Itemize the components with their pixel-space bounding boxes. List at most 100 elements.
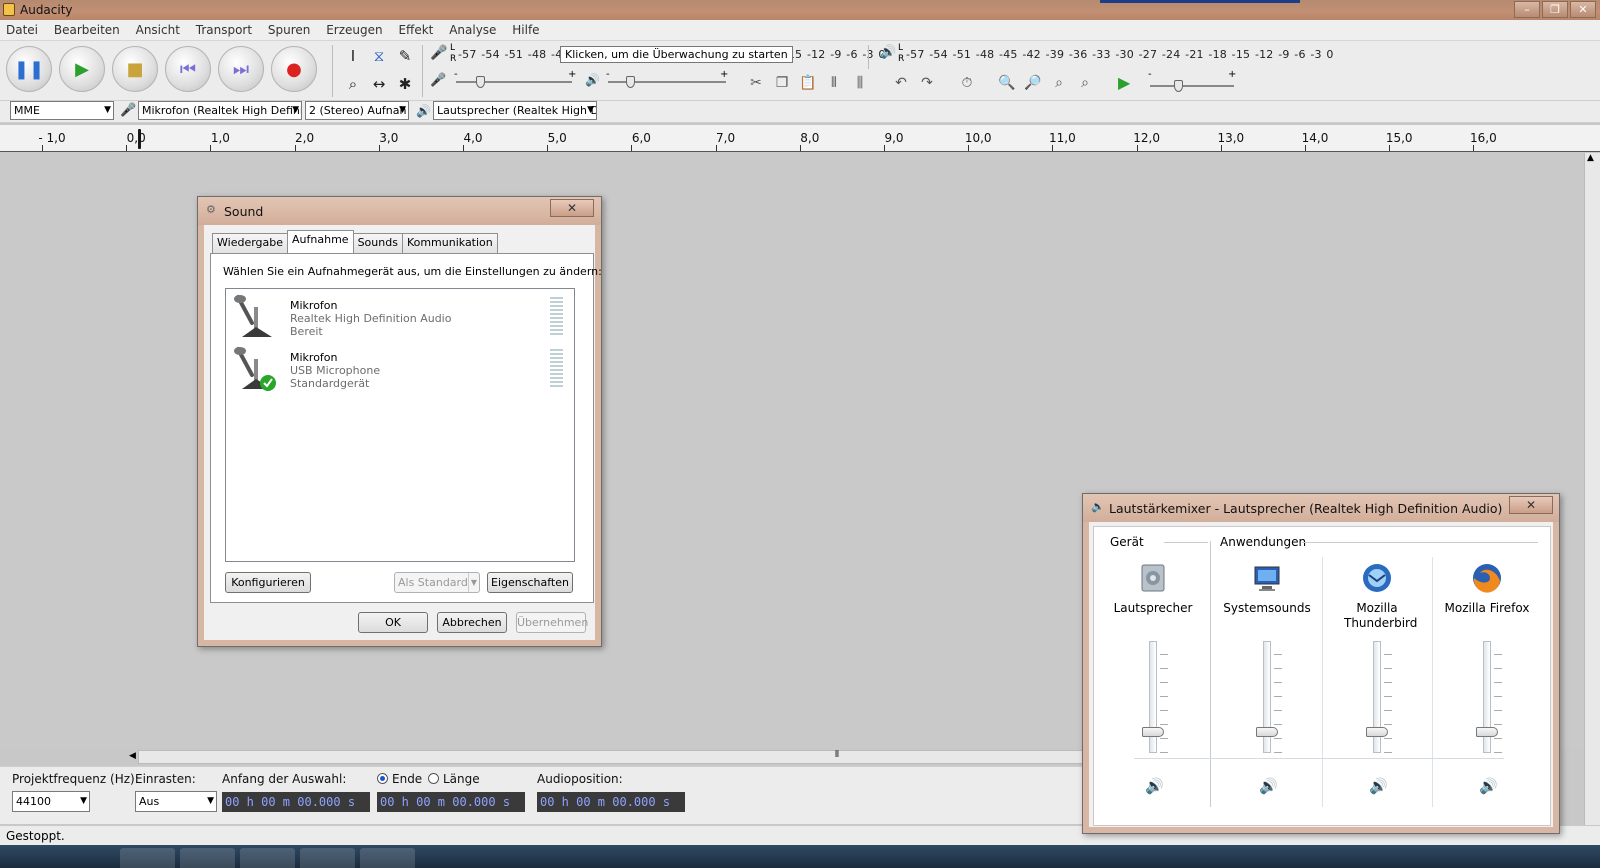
close-window-button[interactable]: ✕ xyxy=(1570,1,1596,18)
volume-mixer-close-button[interactable]: ✕ xyxy=(1509,496,1553,514)
volume-slider[interactable] xyxy=(1366,641,1392,753)
playback-meter[interactable]: 🔊 L R -57 -54 -51 -48 -45 -42 -39 -36 -3… xyxy=(878,43,1333,69)
recording-device-list[interactable]: Mikrofon Realtek High Definition Audio B… xyxy=(225,288,575,562)
cancel-button[interactable]: Abbrechen xyxy=(437,612,507,633)
mute-speaker-icon[interactable]: 🔊 xyxy=(1145,777,1164,795)
menu-bearbeiten[interactable]: Bearbeiten xyxy=(48,20,126,41)
slider-knob[interactable] xyxy=(476,76,485,88)
time-shift-tool-icon[interactable]: ↔ xyxy=(368,73,390,95)
stop-button[interactable]: ■ xyxy=(112,46,158,92)
play-button[interactable]: ▶ xyxy=(59,46,105,92)
mute-speaker-icon[interactable]: 🔊 xyxy=(1479,777,1498,795)
draw-tool-icon[interactable]: ✎ xyxy=(394,45,416,67)
zoom-out-icon[interactable]: 🔎 xyxy=(1022,73,1044,93)
end-radio-button[interactable] xyxy=(377,773,388,784)
record-meter[interactable]: 🎤 L R -57 -54 -51 -48 -45 -42 -39 -36 -3… xyxy=(430,43,885,69)
playback-device-select[interactable]: Lautsprecher (Realtek High De ▼ xyxy=(433,101,597,120)
snap-select[interactable]: Aus ▼ xyxy=(135,791,217,812)
list-item[interactable]: Mikrofon USB Microphone Standardgerät xyxy=(226,343,574,393)
selection-tool-icon[interactable]: I xyxy=(342,45,364,67)
trim-icon[interactable]: ⫴ xyxy=(823,73,845,93)
list-item[interactable]: Mikrofon Realtek High Definition Audio B… xyxy=(226,291,574,341)
ok-button[interactable]: OK xyxy=(358,612,428,633)
menu-spuren[interactable]: Spuren xyxy=(262,20,317,41)
minimize-button[interactable]: – xyxy=(1514,1,1540,18)
volume-slider[interactable] xyxy=(1256,641,1282,753)
output-volume-slider[interactable] xyxy=(608,76,726,88)
menu-hilfe[interactable]: Hilfe xyxy=(506,20,545,41)
mixer-speaker-icon: 🔈 xyxy=(1091,500,1105,513)
envelope-tool-icon[interactable]: ⧖ xyxy=(368,45,390,67)
taskbar-item[interactable] xyxy=(360,848,415,868)
volume-slider[interactable] xyxy=(1142,641,1168,753)
sound-dialog-close-button[interactable]: ✕ xyxy=(550,199,594,217)
configure-button[interactable]: Konfigurieren xyxy=(225,572,311,593)
tab-wiedergabe[interactable]: Wiedergabe xyxy=(212,233,289,253)
record-button[interactable]: ● xyxy=(271,46,317,92)
chevron-down-icon: ▼ xyxy=(80,796,87,806)
selection-start-field[interactable]: 00 h 00 m 00.000 s xyxy=(222,792,370,812)
play-at-speed-icon[interactable]: ▶ xyxy=(1118,73,1130,92)
menu-transport[interactable]: Transport xyxy=(190,20,258,41)
play-speed-slider[interactable] xyxy=(1150,80,1234,92)
sync-lock-icon[interactable]: ⏱ xyxy=(956,73,978,93)
horizontal-scrollbar[interactable]: ◀ ⦀ xyxy=(129,750,1103,764)
slider-knob[interactable] xyxy=(1174,80,1183,92)
tab-kommunikation[interactable]: Kommunikation xyxy=(401,233,498,253)
scroll-left-icon[interactable]: ◀ xyxy=(129,751,136,761)
tab-sounds[interactable]: Sounds xyxy=(352,233,403,253)
slider-knob[interactable] xyxy=(626,76,635,88)
mute-speaker-icon[interactable]: 🔊 xyxy=(1259,777,1278,795)
menu-ansicht[interactable]: Ansicht xyxy=(130,20,186,41)
zoom-tool-icon[interactable]: ⌕ xyxy=(342,73,364,95)
menu-datei[interactable]: Datei xyxy=(0,20,44,41)
apply-button[interactable]: Übernehmen xyxy=(516,612,588,633)
menu-analyse[interactable]: Analyse xyxy=(443,20,502,41)
taskbar-item[interactable] xyxy=(240,848,295,868)
skip-to-start-icon: ⏮ xyxy=(179,58,197,80)
mute-speaker-icon[interactable]: 🔊 xyxy=(1369,777,1388,795)
taskbar-item[interactable] xyxy=(120,848,175,868)
end-radio[interactable]: Ende xyxy=(377,772,422,786)
slider-thumb[interactable] xyxy=(1366,727,1388,737)
redo-icon[interactable]: ↷ xyxy=(916,73,938,93)
vertical-scrollbar[interactable]: ▲ xyxy=(1584,153,1600,825)
input-volume-slider[interactable] xyxy=(456,76,572,88)
menu-erzeugen[interactable]: Erzeugen xyxy=(320,20,388,41)
skip-to-end-button[interactable]: ⏭ xyxy=(218,46,264,92)
tab-aufnahme[interactable]: Aufnahme xyxy=(287,230,354,253)
volume-slider[interactable] xyxy=(1476,641,1502,753)
length-radio[interactable]: Länge xyxy=(428,772,480,786)
menu-effekt[interactable]: Effekt xyxy=(392,20,439,41)
silence-icon[interactable]: ⫼ xyxy=(849,73,871,93)
selection-end-field[interactable]: 00 h 00 m 00.000 s xyxy=(377,792,525,812)
scroll-up-icon[interactable]: ▲ xyxy=(1587,153,1594,163)
taskbar-item[interactable] xyxy=(300,848,355,868)
set-default-button[interactable]: Als Standard ▼ xyxy=(394,572,480,593)
slider-thumb[interactable] xyxy=(1476,727,1498,737)
recording-channels-select[interactable]: 2 (Stereo) Aufnah ▼ xyxy=(305,101,409,120)
zoom-in-icon[interactable]: 🔍 xyxy=(996,73,1018,93)
slider-thumb[interactable] xyxy=(1142,727,1164,737)
length-radio-button[interactable] xyxy=(428,773,439,784)
taskbar-item[interactable] xyxy=(180,848,235,868)
properties-button[interactable]: Eigenschaften xyxy=(487,572,573,593)
slider-thumb[interactable] xyxy=(1256,727,1278,737)
paste-icon[interactable]: 📋 xyxy=(797,73,819,93)
skip-to-start-button[interactable]: ⏮ xyxy=(165,46,211,92)
fit-project-icon[interactable]: ⌕ xyxy=(1074,73,1096,93)
undo-icon[interactable]: ↶ xyxy=(890,73,912,93)
copy-icon[interactable]: ❐ xyxy=(771,73,793,93)
project-rate-select[interactable]: 44100 ▼ xyxy=(12,791,90,812)
ruler-tick-mark xyxy=(884,145,885,151)
cut-icon[interactable]: ✂ xyxy=(745,73,767,93)
pause-button[interactable]: ❚❚ xyxy=(6,46,52,92)
multi-tool-icon[interactable]: ✱ xyxy=(394,73,416,95)
audio-position-field[interactable]: 00 h 00 m 00.000 s xyxy=(537,792,685,812)
audio-host-select[interactable]: MME ▼ xyxy=(10,101,114,120)
recording-device-select[interactable]: Mikrofon (Realtek High Definiti ▼ xyxy=(138,101,302,120)
scroll-grip-icon[interactable]: ⦀ xyxy=(835,750,839,760)
restore-button[interactable]: ❐ xyxy=(1542,1,1568,18)
timeline-ruler[interactable]: - 1,0 0,0 1,0 2,0 3,0 4,0 5,0 6,0 7,0 8,0 9,0 10,0 1… xyxy=(0,125,1600,152)
fit-selection-icon[interactable]: ⌕ xyxy=(1048,73,1070,93)
